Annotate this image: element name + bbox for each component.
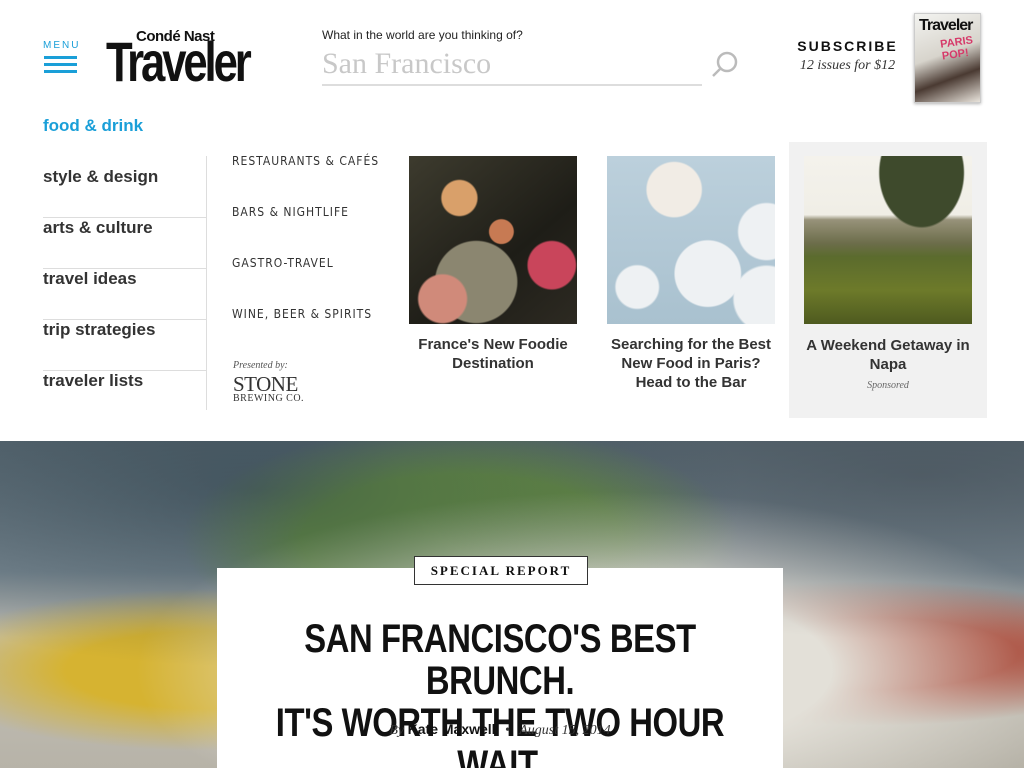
magazine-cover[interactable]: Traveler PARIS POP! (914, 13, 981, 103)
sponsored-card[interactable]: A Weekend Getaway in Napa Sponsored (804, 156, 972, 391)
feature-card[interactable]: France's New Foodie Destination (409, 156, 577, 373)
article-date: August 15, 2014 (519, 723, 611, 738)
byline-separator: • (505, 723, 510, 738)
feature-card[interactable]: Searching for the Best New Food in Paris… (607, 156, 775, 392)
sponsored-tag: Sponsored (867, 380, 909, 391)
presented-by-label: Presented by: (233, 360, 288, 371)
menu-label: MENU (43, 40, 81, 51)
subcategory-nav: RESTAURANTS & CAFÉS BARS & NIGHTLIFE GAS… (232, 154, 392, 358)
author-name[interactable]: Kate Maxwell (408, 721, 496, 737)
nav-item-traveler-lists[interactable]: traveler lists (43, 371, 207, 422)
search-input[interactable] (322, 44, 702, 86)
category-nav: food & drink style & design arts & cultu… (43, 116, 207, 422)
subscribe-offer: 12 issues for $12 (799, 58, 896, 73)
byline-prefix: By (389, 723, 405, 738)
subscribe-link[interactable]: SUBSCRIBE 12 issues for $12 (790, 38, 905, 74)
headline-line: SAN FRANCISCO'S BEST BRUNCH. (304, 617, 696, 703)
site-logo[interactable]: Condé Nast Traveler (106, 28, 266, 93)
search-label: What in the world are you thinking of? (322, 28, 523, 42)
nav-item-food-drink[interactable]: food & drink (43, 116, 207, 167)
sponsor-logo[interactable]: STONE BREWING CO. (233, 374, 305, 404)
menu-button[interactable]: MENU (43, 40, 79, 80)
card-title: Searching for the Best New Food in Paris… (610, 336, 772, 391)
subnav-item-wine-beer-spirits[interactable]: WINE, BEER & SPIRITS (232, 307, 392, 358)
magazine-tagline: PARIS POP! (939, 34, 974, 63)
subnav-item-gastro-travel[interactable]: GASTRO-TRAVEL (232, 256, 392, 307)
logo-wordmark: Traveler (106, 30, 252, 93)
nav-item-style-design[interactable]: style & design (43, 167, 207, 218)
search-icon[interactable] (710, 50, 740, 80)
article-headline[interactable]: SAN FRANCISCO'S BEST BRUNCH. IT'S WORTH … (217, 618, 783, 768)
search-box: What in the world are you thinking of? (322, 28, 742, 90)
article-byline: By Kate Maxwell • August 15, 2014 (217, 721, 783, 739)
subnav-item-restaurants-cafes[interactable]: RESTAURANTS & CAFÉS (232, 154, 392, 205)
nav-item-arts-culture[interactable]: arts & culture (43, 218, 207, 269)
subscribe-title: SUBSCRIBE (797, 38, 898, 54)
article-card[interactable]: SPECIAL REPORT SAN FRANCISCO'S BEST BRUN… (217, 556, 783, 768)
card-image (607, 156, 775, 324)
card-image (409, 156, 577, 324)
nav-item-travel-ideas[interactable]: travel ideas (43, 269, 207, 320)
card-image (804, 156, 972, 324)
hamburger-icon (44, 56, 77, 77)
card-title: France's New Foodie Destination (418, 336, 568, 372)
magazine-title: Traveler (919, 17, 973, 34)
sponsor-subname: BREWING CO. (233, 393, 305, 404)
nav-item-trip-strategies[interactable]: trip strategies (43, 320, 207, 371)
card-title: A Weekend Getaway in Napa (806, 337, 970, 373)
nav-divider (206, 156, 207, 410)
special-report-badge: SPECIAL REPORT (414, 556, 588, 585)
subnav-item-bars-nightlife[interactable]: BARS & NIGHTLIFE (232, 205, 392, 256)
site-header: MENU Condé Nast Traveler What in the wor… (0, 0, 1024, 120)
